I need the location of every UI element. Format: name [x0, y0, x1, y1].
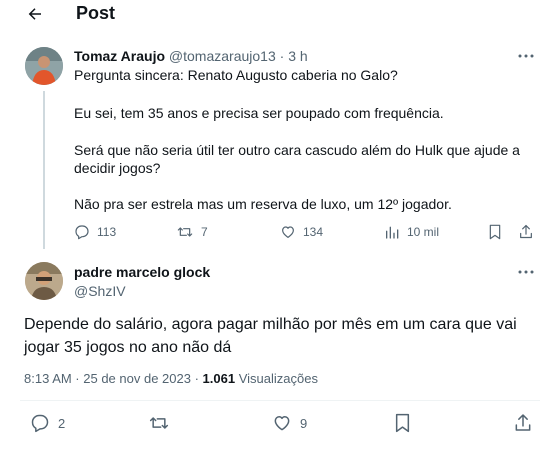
- tweet-author[interactable]: Tomaz Araujo @tomazaraujo13 · 3 h: [74, 48, 308, 64]
- views-count: 1.061: [202, 371, 236, 386]
- tweet-text-line: Pergunta sincera: Renato Augusto caberia…: [74, 67, 398, 83]
- avatar[interactable]: [25, 47, 63, 85]
- repost-icon[interactable]: [148, 413, 170, 433]
- tweet-time[interactable]: 3 h: [288, 48, 307, 64]
- author-handle[interactable]: @tomazaraujo13: [169, 48, 276, 64]
- bookmark-icon[interactable]: [394, 413, 411, 433]
- avatar[interactable]: [25, 262, 63, 300]
- reply-text-line: jogar 35 jogos no ano não dá: [24, 339, 232, 356]
- repost-count: 7: [201, 225, 208, 239]
- reply-button[interactable]: 2: [30, 413, 65, 433]
- reply-text-line: Depende do salário, agora pagar milhão p…: [24, 316, 517, 333]
- page-title: Post: [76, 3, 116, 23]
- tweet-text-line: Eu sei, tem 35 anos e precisa ser poupad…: [74, 105, 444, 121]
- reply-count: 113: [97, 225, 117, 239]
- views-label: Visualizações: [238, 371, 318, 386]
- tweet-text-line: Será que não seria útil ter outro cara c…: [74, 142, 520, 158]
- top-bar: Post: [0, 0, 557, 30]
- view-count: 10 mil: [407, 225, 440, 239]
- reply-author-name[interactable]: padre marcelo glock: [74, 264, 210, 280]
- like-button[interactable]: 9: [272, 413, 307, 433]
- post-metadata: 8:13 AM · 25 de nov de 2023 · 1.061 Visu…: [24, 371, 318, 386]
- thread-connector: [43, 91, 45, 249]
- post-timestamp[interactable]: 8:13 AM · 25 de nov de 2023 ·: [24, 371, 199, 386]
- reply-icon: [75, 225, 89, 240]
- bookmark-icon[interactable]: [488, 224, 502, 240]
- back-arrow-icon[interactable]: [26, 5, 44, 23]
- more-options-icon[interactable]: [518, 54, 534, 58]
- divider: [20, 400, 540, 401]
- views-button[interactable]: 10 mil: [384, 224, 439, 240]
- like-button[interactable]: 134: [280, 224, 323, 240]
- author-name[interactable]: Tomaz Araujo: [74, 48, 165, 64]
- tweet-text-line: Não pra ser estrela mas um reserva de lu…: [74, 196, 452, 212]
- reply-button[interactable]: 113: [74, 224, 116, 240]
- reply-count: 2: [58, 415, 66, 431]
- more-options-icon[interactable]: [518, 270, 534, 274]
- tweet-text-line: decidir jogos?: [74, 160, 161, 176]
- analytics-icon: [386, 226, 399, 239]
- heart-icon: [282, 226, 294, 238]
- like-count: 134: [303, 225, 324, 239]
- reply-author-handle[interactable]: @ShzIV: [74, 283, 126, 299]
- time-separator: ·: [279, 48, 285, 64]
- share-icon[interactable]: [518, 223, 534, 240]
- repost-icon: [177, 227, 193, 237]
- like-count: 9: [300, 415, 308, 431]
- repost-button[interactable]: 7: [176, 224, 208, 240]
- reply-icon: [31, 414, 49, 433]
- heart-icon: [274, 416, 290, 431]
- share-icon[interactable]: [513, 412, 533, 433]
